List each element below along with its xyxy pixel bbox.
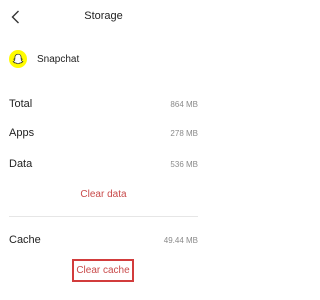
app-info-row: Snapchat: [9, 48, 79, 70]
cache-label: Cache: [9, 234, 41, 246]
stat-value: 278 MB: [170, 128, 198, 138]
clear-cache-button[interactable]: Clear cache: [72, 259, 134, 282]
stat-row-data: Data 536 MB: [9, 156, 198, 172]
clear-data-button[interactable]: Clear data: [0, 189, 207, 200]
snapchat-ghost-icon: [9, 50, 27, 68]
divider: [9, 216, 198, 217]
stat-label: Apps: [9, 127, 35, 139]
stat-row-total: Total 864 MB: [9, 96, 198, 112]
app-header: Storage: [0, 0, 207, 34]
page-title: Storage: [84, 10, 123, 22]
stat-value: 536 MB: [170, 159, 198, 169]
cache-value: 49.44 MB: [163, 235, 198, 245]
stat-label: Total: [9, 98, 33, 110]
stat-value: 864 MB: [170, 99, 198, 109]
app-name: Snapchat: [37, 53, 80, 65]
stat-row-cache: Cache 49.44 MB: [9, 232, 198, 248]
stat-row-apps: Apps 278 MB: [9, 125, 198, 141]
clear-cache-label: Clear cache: [76, 265, 130, 276]
stat-label: Data: [9, 158, 33, 170]
